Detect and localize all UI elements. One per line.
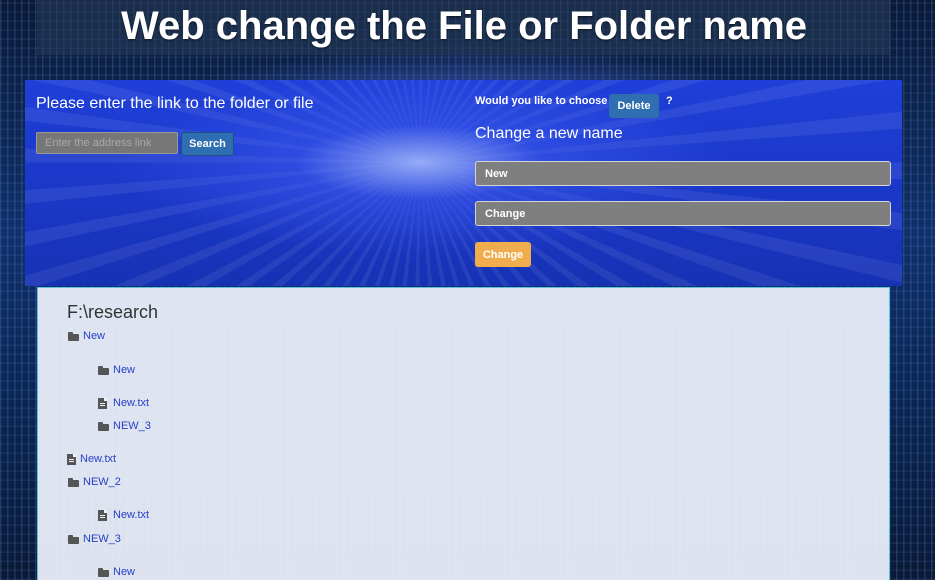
current-path: F:\research: [67, 302, 159, 322]
file-icon: [98, 509, 107, 521]
tree-item-label[interactable]: New.txt: [80, 453, 116, 465]
tree-item[interactable]: New.txt: [98, 509, 149, 521]
change-field[interactable]: [475, 201, 891, 226]
file-icon: [98, 397, 107, 409]
search-prompt: Please enter the link to the folder or f…: [36, 95, 314, 112]
tree-item-label[interactable]: NEW_3: [83, 533, 121, 545]
file-tree-panel: F:\research New New New.txt NEW_3 New.tx…: [37, 287, 890, 580]
tree-item-label[interactable]: New.txt: [113, 509, 149, 521]
folder-icon: [68, 534, 79, 544]
delete-button[interactable]: Delete: [609, 94, 659, 118]
folder-icon: [68, 477, 79, 487]
tree-item[interactable]: New: [98, 364, 135, 376]
tree-item-label[interactable]: New.txt: [113, 397, 149, 409]
tree-item-label[interactable]: NEW_2: [83, 476, 121, 488]
change-heading: Change a new name: [475, 125, 623, 142]
tree-item-label[interactable]: New: [113, 566, 135, 578]
control-panel: Please enter the link to the folder or f…: [25, 80, 902, 286]
tree-item[interactable]: New: [68, 330, 105, 342]
folder-icon: [98, 567, 109, 577]
tree-item[interactable]: NEW_3: [68, 533, 121, 545]
search-button[interactable]: Search: [181, 132, 234, 156]
new-name-field[interactable]: [475, 161, 891, 186]
page-title: Web change the File or Folder name: [120, 4, 808, 48]
change-button[interactable]: Change: [475, 242, 531, 267]
folder-icon: [98, 421, 109, 431]
tree-item[interactable]: New.txt: [67, 453, 116, 465]
file-icon: [67, 453, 76, 465]
question-mark: ?: [666, 95, 673, 107]
tree-item[interactable]: NEW_2: [68, 476, 121, 488]
tree-item-label[interactable]: New: [83, 330, 105, 342]
folder-icon: [98, 365, 109, 375]
tree-item-label[interactable]: New: [113, 364, 135, 376]
header-bar: Web change the File or Folder name: [37, 0, 891, 55]
address-input[interactable]: [36, 132, 178, 154]
choose-text: Would you like to choose: [475, 95, 608, 107]
folder-icon: [68, 331, 79, 341]
tree-item[interactable]: New: [98, 566, 135, 578]
tree-item[interactable]: NEW_3: [98, 420, 151, 432]
tree-item[interactable]: New.txt: [98, 397, 149, 409]
tree-item-label[interactable]: NEW_3: [113, 420, 151, 432]
